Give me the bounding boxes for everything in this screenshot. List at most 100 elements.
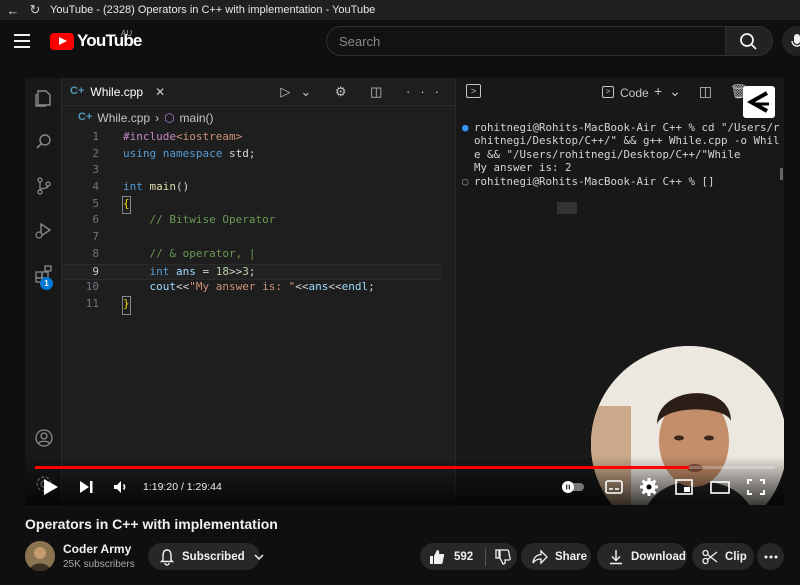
line-number: 11 <box>85 296 99 310</box>
run-debug-icon <box>35 222 52 239</box>
line-number: 7 <box>92 230 99 244</box>
terminal-text: e && "/Users/rohitnegi/Desktop/C++/"Whil… <box>474 147 741 161</box>
search-button[interactable] <box>726 26 773 56</box>
share-label: Share <box>555 550 587 563</box>
more-actions-button[interactable] <box>757 543 784 570</box>
code-text: cout<<"My answer is: "<<ans<<endl; <box>149 280 375 294</box>
code-text: } <box>122 295 131 315</box>
search-icon <box>740 33 757 50</box>
subscribed-button[interactable]: Subscribed <box>148 543 264 570</box>
subscriber-count: 25K subscribers <box>63 559 135 570</box>
terminal-icon: > <box>466 84 481 98</box>
code-line: 4 int main() <box>62 180 442 197</box>
thumbs-up-icon <box>430 549 445 564</box>
tab-label: While.cpp <box>90 85 144 99</box>
close-tab-icon: ✕ <box>155 85 166 99</box>
youtube-logo[interactable]: YouTube AU <box>50 29 142 52</box>
dislike-button[interactable] <box>486 543 512 570</box>
theater-mode-icon[interactable] <box>709 476 731 498</box>
channel-watermark-logo <box>743 86 775 118</box>
code-editor: C+ While.cpp ✕ ▷⌄ ⚙ ◫ ··· C+ While.cpp ›… <box>62 78 488 505</box>
play-icon[interactable] <box>39 476 61 498</box>
microphone-icon <box>791 34 800 47</box>
line-number: 10 <box>85 280 99 294</box>
terminal-text: rohitnegi@Rohits-MacBook-Air C++ % cd "/… <box>474 121 780 134</box>
bell-icon <box>159 548 175 566</box>
search-input[interactable]: Search <box>326 26 726 56</box>
clip-label: Clip <box>725 550 747 563</box>
terminal-line: e && "/Users/rohitnegi/Desktop/C++/"Whil… <box>462 148 782 161</box>
terminal-actions: +⌄ ◫ 🗑 <box>654 83 755 99</box>
line-number: 4 <box>92 180 99 194</box>
like-button[interactable]: 592 <box>420 543 473 570</box>
voice-search-button[interactable] <box>782 26 800 56</box>
command-pending-dot-icon: ○ <box>462 174 469 188</box>
code-text: // & operator, | <box>123 246 256 260</box>
breadcrumb-file: While.cpp <box>97 111 151 125</box>
terminal-text: rohitnegi@Rohits-MacBook-Air C++ % [] <box>474 174 715 188</box>
cpp-file-icon: C+ <box>78 111 93 123</box>
code-line-active: 9 int ans = 18>>3; <box>62 263 442 281</box>
terminal-line: ○ rohitnegi@Rohits-MacBook-Air C++ % [] <box>462 175 782 188</box>
scissors-icon <box>702 549 718 564</box>
code-text: // Bitwise Operator <box>123 213 276 227</box>
miniplayer-icon[interactable] <box>673 476 695 498</box>
terminal-line: ● rohitnegi@Rohits-MacBook-Air C++ % cd "… <box>462 121 782 134</box>
youtube-play-icon <box>50 32 74 50</box>
code-line: 1 #include<iostream> <box>62 130 442 147</box>
subtitles-icon[interactable] <box>603 476 625 498</box>
command-success-dot-icon: ● <box>462 121 469 134</box>
code-text: int ans = 18>>3; <box>149 264 256 278</box>
code-line: 3 <box>62 163 442 180</box>
terminal-scrollbar <box>780 168 783 180</box>
code-line: 10 cout<<"My answer is: "<<ans<<endl; <box>62 280 442 297</box>
back-arrow-icon[interactable]: ← <box>4 3 22 18</box>
window-title: YouTube - (2328) Operators in C++ with i… <box>50 4 376 16</box>
video-title: Operators in C++ with implementation <box>25 516 278 532</box>
hamburger-menu-icon[interactable] <box>14 30 32 50</box>
player-controls-overlay <box>25 456 784 505</box>
line-number: 1 <box>92 130 99 143</box>
cpp-file-icon: C+ <box>70 85 85 97</box>
terminal-text: ohitnegi/Desktop/C++/" && g++ While.cpp … <box>474 134 780 148</box>
download-label: Download <box>631 550 686 563</box>
settings-gear-icon[interactable] <box>638 476 660 498</box>
channel-avatar[interactable] <box>25 541 55 571</box>
line-number: 8 <box>92 246 99 260</box>
share-button[interactable]: Share <box>521 543 591 570</box>
video-player[interactable]: 1 C+ While.cpp ✕ ▷⌄ ⚙ ◫ ··· C+ While.cpp… <box>25 78 784 505</box>
code-lines: 1 #include<iostream> 2 using namespace std… <box>62 130 442 315</box>
code-text: #include<iostream> <box>123 130 243 143</box>
progress-bar[interactable] <box>35 466 775 469</box>
explorer-icon <box>35 90 51 107</box>
video-frame: 1 C+ While.cpp ✕ ▷⌄ ⚙ ◫ ··· C+ While.cpp… <box>25 78 784 505</box>
subscribed-label: Subscribed <box>182 550 245 563</box>
search-placeholder: Search <box>339 34 381 49</box>
breadcrumb-symbol: main() <box>179 111 214 125</box>
terminal-line: ohitnegi/Desktop/C++/" && g++ While.cpp … <box>462 134 782 147</box>
autoplay-toggle-icon[interactable] <box>560 476 586 498</box>
code-line: 5{ <box>62 195 442 215</box>
vscode-activity-bar: 1 <box>25 78 62 505</box>
code-line: 2 using namespace std; <box>62 147 442 164</box>
share-icon <box>532 548 548 565</box>
reload-icon[interactable]: ↻ <box>26 2 44 18</box>
clip-button[interactable]: Clip <box>692 543 754 570</box>
more-horizontal-icon <box>764 555 777 558</box>
download-button[interactable]: Download <box>597 543 687 570</box>
account-icon <box>35 429 53 447</box>
browser-title-bar: ← ↻ YouTube - (2328) Operators in C++ wi… <box>0 0 800 20</box>
channel-avatar-image <box>25 541 55 571</box>
volume-icon[interactable] <box>110 476 132 498</box>
next-video-icon[interactable] <box>75 476 97 498</box>
code-text: using namespace std; <box>123 146 256 160</box>
line-number: 2 <box>92 146 99 160</box>
terminal-line: My answer is: 2 <box>462 161 782 174</box>
country-code: AU <box>121 29 133 38</box>
fullscreen-icon[interactable] <box>745 476 767 498</box>
terminal-cursor-block <box>557 202 577 214</box>
editor-tab-bar: C+ While.cpp ✕ ▷⌄ ⚙ ◫ ··· <box>62 78 455 106</box>
progress-bar-played <box>35 466 690 469</box>
channel-name[interactable]: Coder Army <box>63 542 131 556</box>
code-line: 8 // & operator, | <box>62 247 442 264</box>
